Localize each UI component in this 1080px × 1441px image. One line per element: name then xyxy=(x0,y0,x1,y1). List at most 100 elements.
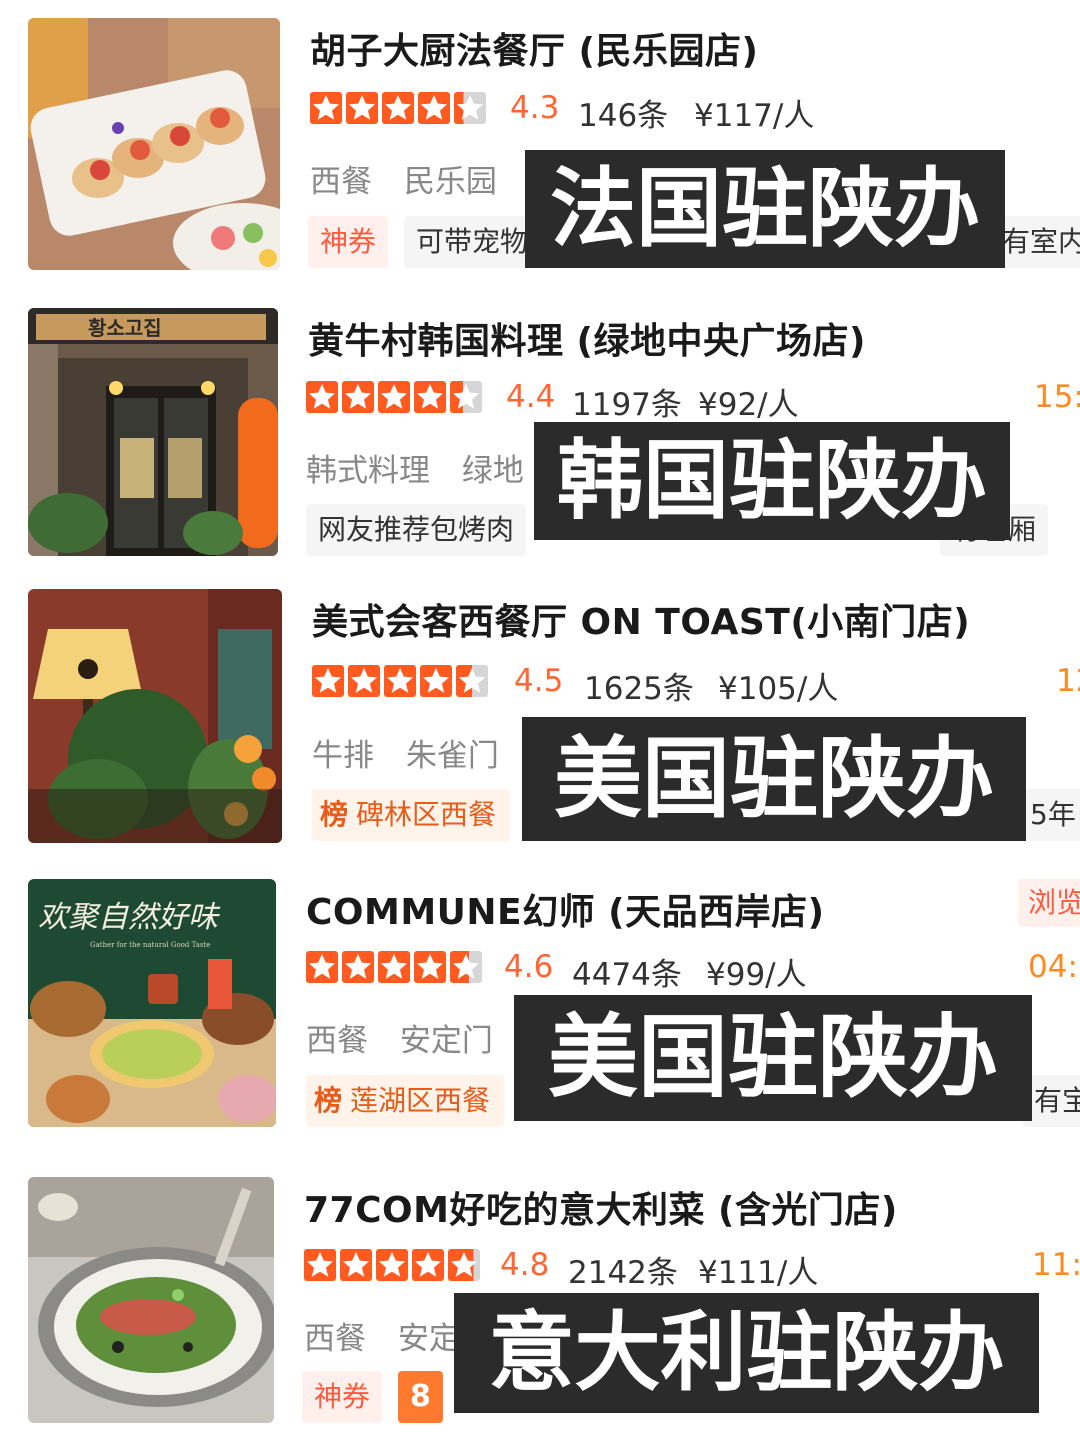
restaurant-photo[interactable]: 欢聚自然好味 Gather for the natural Good Taste xyxy=(28,879,276,1127)
restaurant-name[interactable]: 77COM好吃的意大利菜 (含光门店) xyxy=(304,1181,898,1233)
restaurant-card[interactable]: 美式会客西餐厅 ON TOAST(小南门店) 4.5 1625条 ¥105/人 … xyxy=(0,575,1080,865)
coupon-badge[interactable]: 神券 xyxy=(308,216,389,268)
star-icon xyxy=(448,1249,480,1281)
area-tag: 绿地 xyxy=(461,453,524,489)
pasta-dish-image xyxy=(28,1177,274,1423)
cuisine-tag: 西餐 xyxy=(310,164,372,200)
star-icon xyxy=(346,92,378,124)
rating-score: 4.6 xyxy=(504,949,554,985)
caption-overlay: 意大利驻陕办 xyxy=(454,1293,1039,1413)
cuisine-tag: 牛排 xyxy=(312,738,374,774)
opening-hours: 15: xyxy=(1034,379,1080,415)
category-tags: 牛排 朱雀门 xyxy=(312,730,521,775)
opening-hours: 11:0 xyxy=(1032,1247,1080,1283)
restaurant-card[interactable]: 欢聚自然好味 Gather for the natural Good Taste… xyxy=(0,865,1080,1165)
cuisine-tag: 韩式料理 xyxy=(306,453,430,489)
rating-score: 4.4 xyxy=(506,379,556,415)
star-icon xyxy=(382,92,414,124)
restaurant-name[interactable]: 黄牛村韩国料理 (绿地中央广场店) xyxy=(308,312,866,364)
review-count[interactable]: 1197条 xyxy=(572,379,682,424)
star-icon xyxy=(340,1249,372,1281)
food-spread-image: 欢聚自然好味 Gather for the natural Good Taste xyxy=(28,879,276,1127)
star-icon xyxy=(376,1249,408,1281)
price-per-person: ¥99/人 xyxy=(706,957,807,993)
price-per-person: ¥105/人 xyxy=(718,671,839,707)
rating-score: 4.8 xyxy=(500,1247,550,1283)
star-icon xyxy=(342,381,374,413)
banner-headline: 欢聚自然好味 xyxy=(38,900,221,935)
feature-chip: 5年 xyxy=(1018,789,1080,841)
star-icon xyxy=(420,665,452,697)
restaurant-name[interactable]: COMMUNE幻师 (天品西岸店) xyxy=(306,883,825,935)
category-tags: 西餐 民乐园 xyxy=(310,156,519,201)
star-icon xyxy=(304,1249,336,1281)
price-per-person: ¥92/人 xyxy=(698,387,799,423)
rating-row: 4.3 146条 ¥117/人 xyxy=(310,90,1070,135)
restaurant-photo[interactable] xyxy=(28,589,282,843)
ranking-icon: 榜 xyxy=(319,798,348,831)
ranking-label: 莲湖区西餐 xyxy=(350,1084,491,1117)
rating-row: 4.6 4474条 ¥99/人 04: xyxy=(306,949,1078,994)
opening-hours: 04: xyxy=(1028,949,1078,985)
star-icon xyxy=(348,665,380,697)
restaurant-card[interactable]: 胡子大厨法餐厅 (民乐园店) 4.3 146条 ¥117/人 西餐 民乐园 神券… xyxy=(0,0,1080,290)
browse-badge[interactable]: 浏览 xyxy=(1018,879,1080,927)
review-count[interactable]: 146条 xyxy=(578,90,668,135)
review-count[interactable]: 1625条 xyxy=(584,663,694,708)
feature-chip: 网友推荐包烤肉 xyxy=(306,504,527,556)
rating-row: 4.4 1197条 ¥92/人 15: xyxy=(306,379,1080,424)
caption-overlay: 法国驻陕办 xyxy=(525,150,1005,268)
review-count[interactable]: 2142条 xyxy=(568,1247,678,1292)
feature-chip: 可带宠物 xyxy=(404,216,541,268)
rating-score: 4.5 xyxy=(514,663,564,699)
restaurant-list: 胡子大厨法餐厅 (民乐园店) 4.3 146条 ¥117/人 西餐 民乐园 神券… xyxy=(0,0,1080,1441)
star-icon xyxy=(310,92,342,124)
caption-overlay: 韩国驻陕办 xyxy=(534,422,1010,540)
restaurant-photo[interactable] xyxy=(28,1177,274,1423)
star-icon xyxy=(312,665,344,697)
ranking-label: 碑林区西餐 xyxy=(356,798,497,831)
price-per-person: ¥111/人 xyxy=(698,1255,819,1291)
rating-row: 4.8 2142条 ¥111/人 11:0 xyxy=(304,1247,1080,1292)
star-icon xyxy=(306,951,338,983)
category-tags: 韩式料理 绿地 xyxy=(306,445,546,490)
restaurant-interior-image xyxy=(28,589,282,843)
star-icon xyxy=(378,951,410,983)
area-tag: 朱雀门 xyxy=(405,738,499,774)
area-tag: 民乐园 xyxy=(403,164,497,200)
restaurant-card[interactable]: 황소고집 黄牛村韩国料理 (绿地中央广场店) 4.4 1197条 ¥92/人 1 xyxy=(0,290,1080,575)
food-plate-image xyxy=(28,18,280,270)
opening-hours: 12 xyxy=(1056,663,1080,699)
discount-badge[interactable]: 8 xyxy=(398,1371,443,1423)
caption-overlay: 美国驻陕办 xyxy=(522,717,1026,841)
rating-row: 4.5 1625条 ¥105/人 12 xyxy=(312,663,1080,708)
star-icon xyxy=(306,381,338,413)
restaurant-name[interactable]: 胡子大厨法餐厅 (民乐园店) xyxy=(310,22,758,74)
restaurant-photo[interactable] xyxy=(28,18,280,270)
ranking-badge[interactable]: 榜莲湖区西餐 xyxy=(306,1075,505,1127)
category-tags: 西餐 安定门 xyxy=(306,1015,515,1060)
coupon-badge[interactable]: 神券 xyxy=(302,1371,383,1423)
star-icon xyxy=(342,951,374,983)
star-icon xyxy=(456,665,488,697)
review-count[interactable]: 4474条 xyxy=(572,949,682,994)
ranking-badge[interactable]: 榜碑林区西餐 xyxy=(312,789,511,841)
restaurant-storefront-image: 황소고집 xyxy=(28,308,278,556)
area-tag: 安定 xyxy=(397,1321,460,1357)
restaurant-photo[interactable]: 황소고집 xyxy=(28,308,278,556)
area-tag: 安定门 xyxy=(399,1023,493,1059)
star-icon xyxy=(450,951,482,983)
star-icon xyxy=(418,92,450,124)
star-icon xyxy=(450,381,482,413)
rating-score: 4.3 xyxy=(510,90,560,126)
star-icon xyxy=(414,381,446,413)
ranking-icon: 榜 xyxy=(313,1084,342,1117)
restaurant-name[interactable]: 美式会客西餐厅 ON TOAST(小南门店) xyxy=(312,593,970,645)
caption-overlay: 美国驻陕办 xyxy=(514,995,1032,1121)
star-icon xyxy=(454,92,486,124)
cuisine-tag: 西餐 xyxy=(304,1321,366,1357)
star-icon xyxy=(384,665,416,697)
restaurant-card[interactable]: 77COM好吃的意大利菜 (含光门店) 4.8 2142条 ¥111/人 11:… xyxy=(0,1165,1080,1441)
korean-sign-text: 황소고집 xyxy=(88,316,162,340)
banner-tagline: Gather for the natural Good Taste xyxy=(90,941,210,949)
